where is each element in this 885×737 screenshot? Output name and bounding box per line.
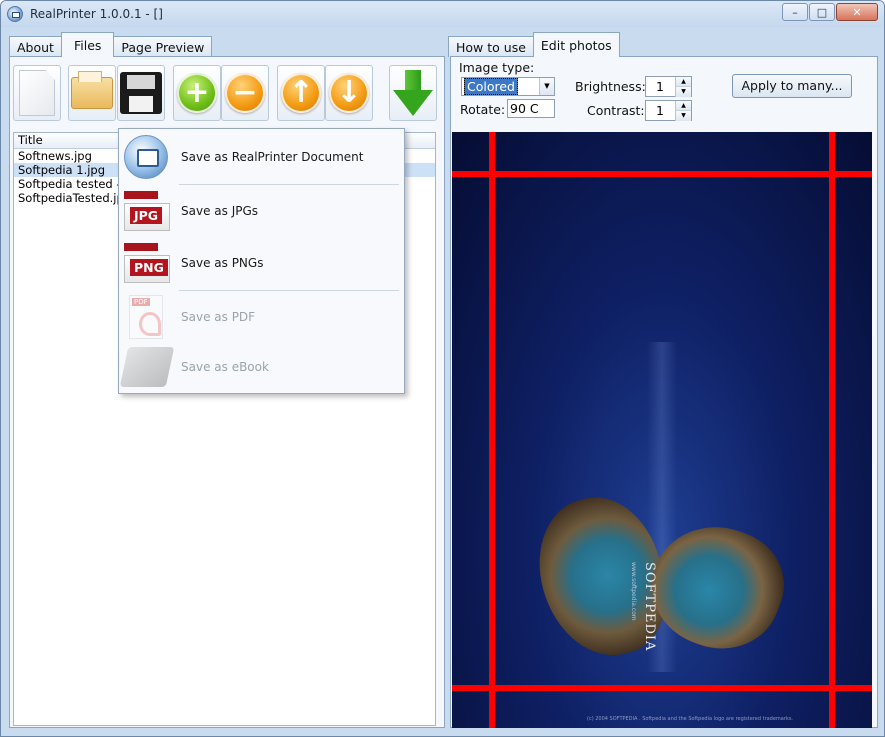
add-icon: + <box>177 73 217 113</box>
contrast-label: Contrast: <box>587 103 645 118</box>
new-document-icon <box>19 70 55 116</box>
image-type-label: Image type: <box>459 60 535 75</box>
menu-item-label: Save as eBook <box>181 360 269 374</box>
save-dropdown-menu: Save as RealPrinter Document JPG Save as… <box>118 128 405 394</box>
open-folder-icon <box>71 71 113 109</box>
png-icon: PNG <box>124 243 170 283</box>
softpedia-brand-text: SOFTPEDIA <box>642 562 657 652</box>
softpedia-url-text: www.softpedia.com <box>630 562 637 621</box>
png-tag: PNG <box>130 259 168 276</box>
minimize-button[interactable]: – <box>782 3 808 21</box>
tab-how-to-use[interactable]: How to use <box>448 36 534 57</box>
menu-separator <box>179 290 399 291</box>
tab-about[interactable]: About <box>9 36 62 57</box>
app-window: RealPrinter 1.0.0.1 - [] – □ ✕ About Fil… <box>0 0 885 737</box>
menu-item-save-pdf: Save as PDF <box>119 294 404 340</box>
ebook-icon <box>119 347 175 387</box>
rotate-select[interactable]: 90 C <box>507 99 555 118</box>
tab-page-preview[interactable]: Page Preview <box>113 36 213 57</box>
menu-separator <box>179 184 399 185</box>
chevron-down-icon[interactable]: ▼ <box>539 78 554 95</box>
image-type-value: Colored <box>464 78 518 95</box>
jpg-icon: JPG <box>124 191 170 231</box>
pdf-icon <box>129 295 163 339</box>
crop-guide-left[interactable] <box>489 132 495 728</box>
image-type-select[interactable]: Colored ▼ <box>461 77 555 96</box>
title-bar[interactable]: RealPrinter 1.0.0.1 - [] – □ ✕ <box>1 1 884 27</box>
menu-item-label: Save as PDF <box>181 310 256 324</box>
window-title: RealPrinter 1.0.0.1 - [] <box>30 7 163 21</box>
crop-guide-bottom[interactable] <box>452 685 872 691</box>
remove-button[interactable]: − <box>221 65 269 121</box>
right-tabstrip: How to use Edit photos <box>448 32 620 57</box>
preview-footer-text: (c) 2004 SOFTPEDIA . Softpedia and the S… <box>587 716 794 722</box>
tab-edit-photos[interactable]: Edit photos <box>532 32 620 57</box>
contrast-spinner[interactable]: 1 ▲ ▼ <box>645 100 692 121</box>
save-button[interactable] <box>117 65 165 121</box>
left-tabstrip: About Files Page Preview <box>9 32 213 57</box>
close-button[interactable]: ✕ <box>836 3 878 21</box>
download-button[interactable] <box>389 65 437 121</box>
arrow-up-icon: ↑ <box>281 73 321 113</box>
new-button[interactable] <box>13 65 61 121</box>
jpg-tag: JPG <box>130 207 163 224</box>
menu-item-save-png[interactable]: PNG Save as PNGs <box>119 240 404 286</box>
photo-preview[interactable]: SOFTPEDIA www.softpedia.com (c) 2004 SOF… <box>452 132 872 728</box>
brightness-spinner[interactable]: 1 ▲ ▼ <box>645 76 692 97</box>
menu-item-save-jpg[interactable]: JPG Save as JPGs <box>119 188 404 234</box>
remove-icon: − <box>225 73 265 113</box>
download-arrow-icon <box>393 70 433 116</box>
menu-item-label: Save as JPGs <box>181 204 259 218</box>
brightness-label: Brightness: <box>575 79 646 94</box>
menu-item-label: Save as RealPrinter Document <box>181 150 364 164</box>
realprinter-icon <box>124 135 168 179</box>
move-up-button[interactable]: ↑ <box>277 65 325 121</box>
arrow-down-icon: ↓ <box>329 73 369 113</box>
spin-down-icon[interactable]: ▼ <box>675 87 691 97</box>
crop-guide-right[interactable] <box>829 132 835 728</box>
add-button[interactable]: + <box>173 65 221 121</box>
tab-files[interactable]: Files <box>60 32 115 57</box>
brightness-value: 1 <box>656 79 664 94</box>
menu-item-label: Save as PNGs <box>181 256 264 270</box>
spin-down-icon[interactable]: ▼ <box>675 111 691 121</box>
rotate-value: 90 C <box>510 101 539 116</box>
contrast-value: 1 <box>656 103 664 118</box>
menu-item-save-ebook: Save as eBook <box>119 344 404 390</box>
app-printer-icon[interactable] <box>7 6 23 22</box>
window-controls: – □ ✕ <box>781 3 878 21</box>
move-down-button[interactable]: ↓ <box>325 65 373 121</box>
rotate-label: Rotate: <box>460 102 506 117</box>
apply-to-many-button[interactable]: Apply to many... <box>732 74 852 98</box>
open-button[interactable] <box>68 65 116 121</box>
maximize-button[interactable]: □ <box>809 3 835 21</box>
spin-up-icon[interactable]: ▲ <box>675 77 691 87</box>
spin-up-icon[interactable]: ▲ <box>675 101 691 111</box>
menu-item-save-realprinter[interactable]: Save as RealPrinter Document <box>119 134 404 180</box>
crop-guide-top[interactable] <box>452 171 872 177</box>
save-floppy-icon <box>120 72 162 114</box>
